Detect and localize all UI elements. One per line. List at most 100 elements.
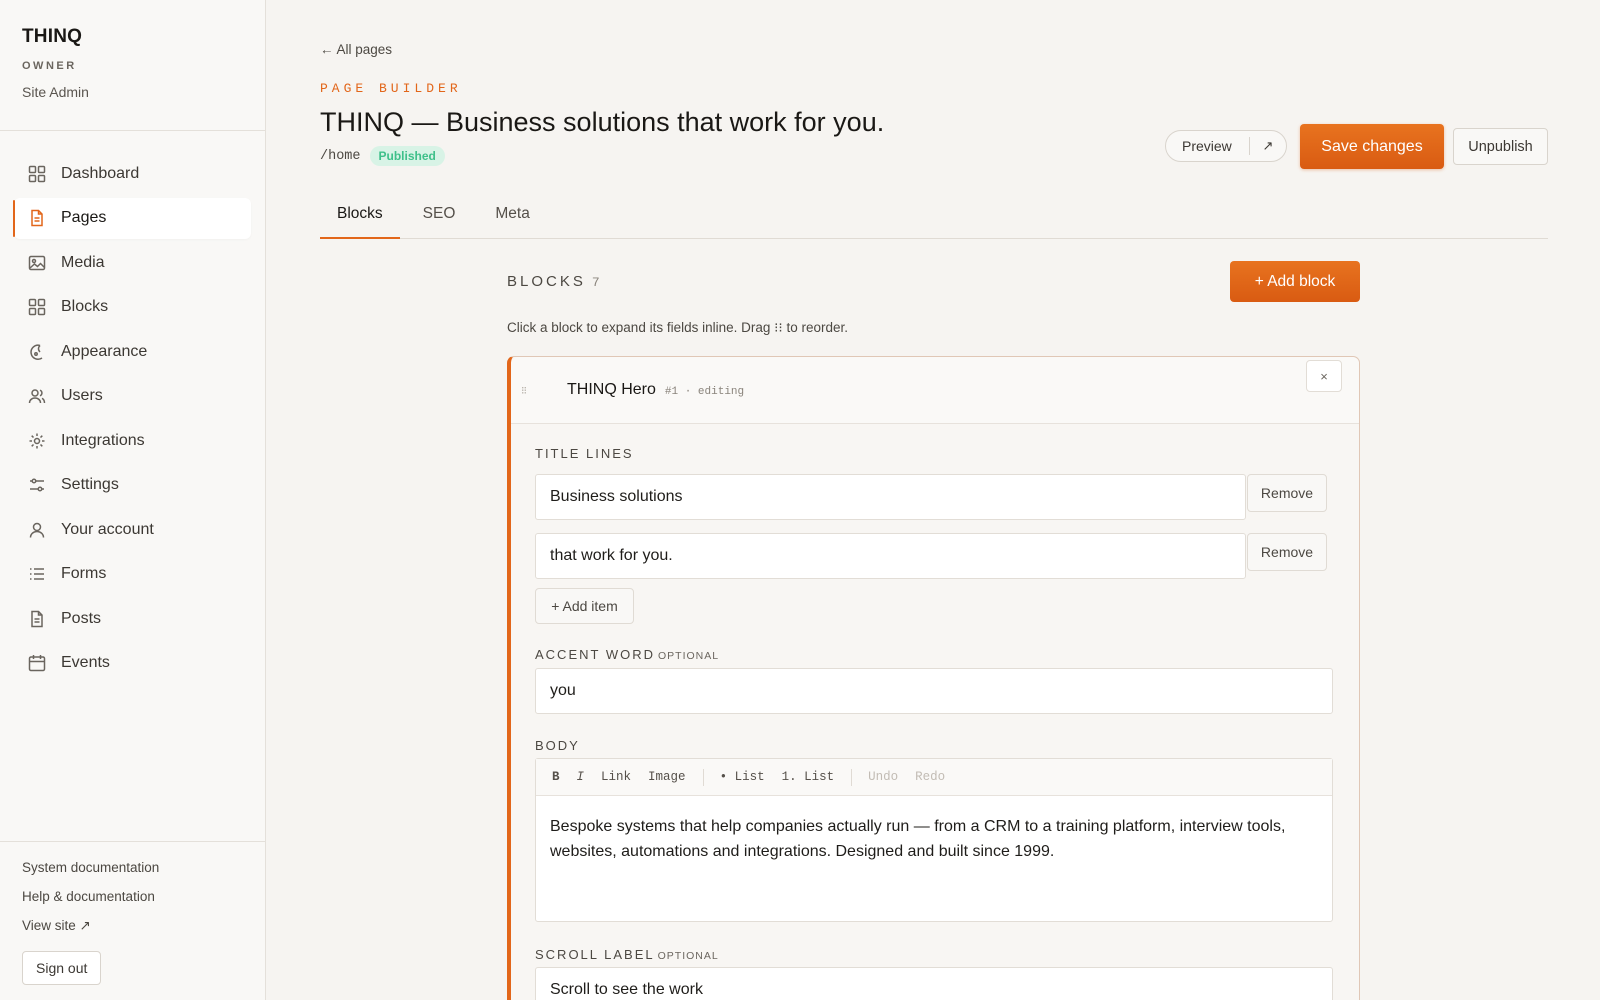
integrations-sun-icon bbox=[27, 431, 47, 451]
optional-tag: OPTIONAL bbox=[657, 650, 720, 662]
blocks-grid-icon bbox=[27, 297, 47, 317]
tab-meta[interactable]: Meta bbox=[478, 193, 546, 239]
preview-label: Preview bbox=[1182, 138, 1232, 154]
view-site-link[interactable]: View site ↗ bbox=[22, 917, 243, 946]
accent-word-label-text: ACCENT WORD bbox=[535, 647, 655, 662]
body-label: BODY bbox=[535, 738, 580, 753]
sidebar-item-label: Your account bbox=[61, 520, 154, 538]
scroll-label-label: SCROLL LABEL OPTIONAL bbox=[535, 947, 719, 962]
sidebar-item-label: Appearance bbox=[61, 342, 148, 360]
page-title: THINQ — Business solutions that work for… bbox=[320, 107, 885, 137]
preview-button[interactable]: Preview ↗ bbox=[1165, 130, 1287, 162]
unpublish-button[interactable]: Unpublish bbox=[1453, 128, 1548, 165]
sidebar-item-forms[interactable]: Forms bbox=[14, 554, 251, 595]
redo-button[interactable]: Redo bbox=[915, 770, 945, 784]
sidebar-item-media[interactable]: Media bbox=[14, 242, 251, 283]
numbered-list-button[interactable]: 1. List bbox=[782, 770, 835, 784]
brand-role: OWNER bbox=[22, 60, 77, 72]
accent-word-label: ACCENT WORD OPTIONAL bbox=[535, 647, 719, 662]
brand-block: THINQ OWNER Site Admin bbox=[0, 0, 265, 131]
sidebar-nav: Dashboard Pages Media Blocks Appearance bbox=[0, 131, 265, 684]
page-slug: /home bbox=[320, 148, 361, 164]
block-card-thinq-hero: ⁝⁝ THINQ Hero #1 · editing × TITLE LINES… bbox=[507, 356, 1360, 1000]
scroll-label-label-text: SCROLL LABEL bbox=[535, 947, 655, 962]
undo-button[interactable]: Undo bbox=[868, 770, 898, 784]
toolbar-divider bbox=[851, 768, 853, 786]
user-icon bbox=[27, 520, 47, 540]
sidebar-item-label: Media bbox=[61, 253, 105, 271]
image-button[interactable]: Image bbox=[648, 770, 686, 784]
sidebar-item-integrations[interactable]: Integrations bbox=[14, 420, 251, 461]
sidebar-item-label: Users bbox=[61, 387, 103, 404]
brand-subtitle: Site Admin bbox=[22, 84, 89, 100]
sidebar-item-blocks[interactable]: Blocks bbox=[14, 287, 251, 328]
slug-row: /home Published bbox=[320, 146, 445, 166]
blocks-count: 7 bbox=[591, 275, 600, 290]
save-changes-button[interactable]: Save changes bbox=[1300, 124, 1444, 169]
sidebar-item-label: Forms bbox=[61, 565, 107, 582]
title-lines-label: TITLE LINES bbox=[535, 446, 634, 461]
title-line-input-2[interactable]: that work for you. bbox=[535, 533, 1246, 579]
status-badge: Published bbox=[369, 146, 445, 166]
body-rich-text-editor: B I Link Image • List 1. List Undo Redo … bbox=[535, 758, 1333, 922]
remove-title-line-1-button[interactable]: Remove bbox=[1247, 474, 1327, 512]
block-title-row: THINQ Hero #1 · editing bbox=[567, 381, 744, 399]
scroll-label-input[interactable]: Scroll to see the work bbox=[535, 967, 1333, 1000]
sidebar-item-appearance[interactable]: Appearance bbox=[14, 331, 251, 372]
link-button[interactable]: Link bbox=[601, 770, 631, 784]
sidebar-item-label: Blocks bbox=[61, 298, 109, 315]
sidebar-item-settings[interactable]: Settings bbox=[14, 465, 251, 506]
sidebar-item-label: Pages bbox=[61, 209, 107, 226]
sliders-icon bbox=[27, 475, 47, 495]
brand-name: THINQ bbox=[22, 26, 83, 47]
block-card-header[interactable]: ⁝⁝ THINQ Hero #1 · editing × bbox=[511, 357, 1359, 424]
tab-blocks[interactable]: Blocks bbox=[320, 193, 400, 239]
post-document-icon bbox=[27, 609, 47, 629]
sidebar-item-pages[interactable]: Pages bbox=[13, 197, 251, 239]
page-document-icon bbox=[27, 208, 47, 228]
dashboard-grid-icon bbox=[27, 164, 47, 184]
sidebar-item-your-account[interactable]: Your account bbox=[14, 509, 251, 550]
remove-title-line-2-button[interactable]: Remove bbox=[1247, 533, 1327, 571]
sidebar: THINQ OWNER Site Admin Dashboard Pages M… bbox=[0, 0, 266, 1000]
add-block-button[interactable]: + Add block bbox=[1230, 261, 1360, 302]
sidebar-item-events[interactable]: Events bbox=[14, 643, 251, 684]
sidebar-item-label: Integrations bbox=[61, 431, 145, 449]
sidebar-item-label: Events bbox=[61, 654, 110, 671]
tab-seo[interactable]: SEO bbox=[406, 193, 473, 239]
image-icon bbox=[27, 253, 47, 273]
italic-button[interactable]: I bbox=[577, 770, 585, 784]
optional-tag: OPTIONAL bbox=[657, 950, 719, 962]
sidebar-item-label: Posts bbox=[61, 609, 102, 627]
sign-out-button[interactable]: Sign out bbox=[22, 951, 102, 985]
users-icon bbox=[27, 386, 47, 406]
close-icon[interactable]: × bbox=[1306, 360, 1342, 392]
sidebar-item-label: Settings bbox=[61, 476, 119, 493]
system-documentation-link[interactable]: System documentation bbox=[22, 859, 243, 888]
sidebar-item-dashboard[interactable]: Dashboard bbox=[14, 153, 251, 194]
add-item-button[interactable]: + Add item bbox=[535, 588, 634, 624]
blocks-hint: Click a block to expand its fields inlin… bbox=[507, 320, 848, 335]
sidebar-item-users[interactable]: Users bbox=[14, 376, 251, 417]
page-tabs: Blocks SEO Meta bbox=[320, 193, 1548, 239]
body-text[interactable]: Bespoke systems that help companies actu… bbox=[536, 796, 1332, 864]
sidebar-item-posts[interactable]: Posts bbox=[14, 598, 251, 639]
blocks-heading: BLOCKS 7 bbox=[507, 273, 600, 290]
bold-button[interactable]: B bbox=[552, 770, 560, 784]
sidebar-item-label: Dashboard bbox=[61, 164, 140, 182]
help-documentation-link[interactable]: Help & documentation bbox=[22, 888, 243, 917]
calendar-icon bbox=[27, 653, 47, 673]
external-link-icon[interactable]: ↗ bbox=[1250, 138, 1286, 154]
accent-word-input[interactable]: you bbox=[535, 668, 1333, 714]
page-builder-eyebrow: PAGE BUILDER bbox=[320, 81, 462, 96]
back-to-all-pages-link[interactable]: ← All pages bbox=[320, 42, 392, 57]
block-meta: #1 · editing bbox=[664, 386, 745, 398]
palette-icon bbox=[27, 342, 47, 362]
sidebar-footer: System documentation Help & documentatio… bbox=[0, 841, 265, 985]
bullet-list-button[interactable]: • List bbox=[720, 770, 765, 784]
blocks-label: BLOCKS bbox=[507, 273, 586, 290]
drag-handle-icon[interactable]: ⁝⁝ bbox=[521, 384, 527, 397]
list-icon bbox=[27, 564, 47, 584]
block-title: THINQ Hero bbox=[567, 381, 656, 398]
title-line-input-1[interactable]: Business solutions bbox=[535, 474, 1246, 520]
